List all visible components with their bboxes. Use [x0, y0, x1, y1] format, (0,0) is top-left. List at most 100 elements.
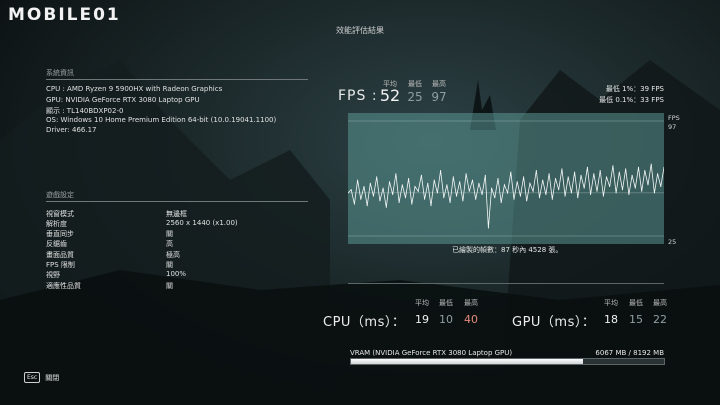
fps-data-point — [417, 190, 419, 192]
fps-data-point — [373, 195, 374, 197]
fps-data-point — [625, 168, 627, 170]
setting-label: 解析度 — [46, 220, 67, 228]
vram-usage-fill — [351, 359, 583, 364]
setting-label: 適應性品質 — [46, 282, 81, 290]
fps-data-point — [542, 179, 544, 181]
fps-data-point — [615, 192, 617, 194]
fps-data-point — [433, 179, 435, 181]
stats-divider — [348, 283, 664, 284]
fps-data-point — [500, 202, 502, 203]
fps-data-point — [491, 187, 493, 189]
fps-data-point — [622, 189, 623, 191]
fps-data-point — [385, 206, 387, 208]
fps-low-01pct: 最低 0.1%：33 FPS — [599, 96, 664, 104]
close-label: 關閉 — [45, 373, 60, 382]
gpu-max-heading: 最高 — [653, 299, 667, 307]
fps-data-point — [532, 190, 534, 192]
frames-rendered-note: 已繪製的幀數：87 秒內 4528 張。 — [452, 246, 563, 254]
fps-data-point — [389, 181, 390, 183]
fps-data-point — [510, 171, 512, 173]
gpu-max-value: 22 — [653, 313, 667, 326]
cpu-min-value: 10 — [439, 313, 453, 326]
fps-data-point — [446, 184, 448, 186]
fps-data-point — [360, 198, 362, 200]
fps-data-point — [516, 181, 518, 183]
setting-value: 無邊框 — [166, 210, 187, 218]
fps-data-point — [465, 173, 467, 175]
fps-data-point — [561, 168, 563, 170]
setting-value: 關 — [166, 282, 173, 290]
vram-label: VRAM (NVIDIA GeForce RTX 3080 Laptop GPU… — [350, 349, 513, 357]
fps-data-point — [430, 205, 432, 207]
fps-max-value: 97 — [431, 90, 447, 104]
fps-data-point — [456, 195, 457, 197]
fps-data-point — [539, 197, 540, 199]
gpu-min-value: 15 — [629, 313, 643, 326]
fps-data-point — [545, 194, 547, 195]
fps-data-point — [606, 176, 607, 178]
gpu-ms-label: GPU（ms）： — [512, 315, 596, 330]
info-driver: Driver: 466.17 — [46, 126, 97, 134]
close-button[interactable]: Esc 關閉 — [24, 372, 59, 383]
system-info-heading: 系統資訊 — [46, 69, 74, 77]
fps-data-point — [497, 178, 499, 179]
fps-data-point — [593, 173, 595, 175]
setting-value: 關 — [166, 230, 173, 238]
fps-data-point — [478, 182, 480, 184]
fps-data-point — [567, 176, 569, 178]
fps-data-point — [468, 190, 470, 192]
fps-data-point — [519, 195, 521, 197]
setting-label: 反鋸齒 — [46, 240, 67, 248]
vram-usage-bar — [350, 358, 665, 365]
fps-data-point — [427, 182, 429, 184]
gpu-avg-heading: 平均 — [604, 299, 618, 307]
cpu-avg-heading: 平均 — [415, 299, 429, 307]
setting-value: 極高 — [166, 251, 180, 259]
fps-data-point — [551, 198, 553, 200]
fps-data-point — [590, 194, 592, 195]
cpu-ms-label: CPU（ms）： — [323, 315, 406, 330]
fps-data-point — [641, 190, 643, 192]
fps-data-point — [484, 174, 486, 176]
graph-unit-label: FPS — [668, 114, 680, 122]
gpu-avg-value: 18 — [604, 313, 618, 326]
system-info-divider — [46, 79, 308, 80]
esc-key-icon: Esc — [24, 372, 41, 383]
fps-data-point — [405, 197, 406, 199]
fps-data-point — [494, 197, 496, 199]
fps-graph-svg — [347, 120, 665, 237]
fps-data-point — [583, 187, 585, 189]
fps-data-point — [424, 198, 426, 200]
setting-value: 高 — [166, 240, 173, 248]
fps-data-point — [558, 189, 560, 191]
fps-data-point — [555, 178, 556, 179]
info-display: 顯示 : TL140BDXP02-0 — [46, 107, 124, 115]
fps-data-point — [586, 166, 588, 168]
info-os: OS: Windows 10 Home Premium Edition 64-b… — [46, 116, 277, 124]
fps-data-point — [526, 200, 528, 202]
fps-data-point — [631, 174, 633, 176]
fps-data-point — [472, 179, 473, 181]
setting-value: 2560 x 1440 (x1.00) — [166, 219, 238, 227]
fps-data-point — [570, 192, 572, 194]
fps-data-point — [503, 184, 505, 186]
fps-graph — [347, 113, 665, 244]
fps-data-point — [535, 170, 537, 171]
settings-heading: 遊戲設定 — [46, 191, 74, 199]
fps-data-point — [618, 171, 620, 173]
fps-data-point — [369, 182, 371, 184]
vram-value: 6067 MB / 8192 MB — [595, 349, 664, 357]
fps-data-point — [599, 170, 601, 171]
setting-value: 關 — [166, 261, 173, 269]
fps-data-point — [452, 176, 454, 178]
fps-data-point — [628, 194, 630, 195]
fps-data-point — [634, 187, 636, 189]
fps-data-point — [657, 173, 659, 175]
fps-data-point — [440, 170, 442, 171]
fps-data-point — [653, 192, 655, 194]
fps-data-point — [529, 182, 531, 184]
fps-data-point — [647, 184, 649, 186]
fps-data-point — [612, 165, 614, 167]
fps-data-point — [644, 170, 646, 171]
fps-data-point — [577, 197, 579, 199]
